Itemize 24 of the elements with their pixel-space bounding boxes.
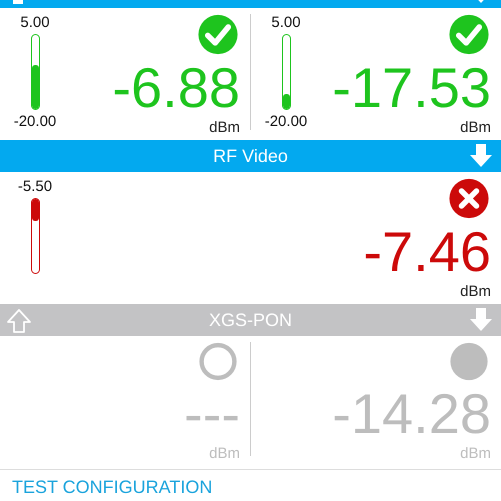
up-arrow-icon[interactable] bbox=[6, 308, 32, 334]
power-reading: -17.53 bbox=[332, 57, 491, 119]
check-icon bbox=[447, 14, 491, 55]
cross-icon bbox=[447, 178, 491, 219]
check-icon bbox=[196, 14, 240, 55]
power-reading: --- bbox=[184, 383, 240, 445]
unit-label: dBm bbox=[460, 119, 491, 136]
unit-label: dBm bbox=[460, 283, 491, 300]
power-reading: -6.88 bbox=[112, 57, 240, 119]
section-title: XGS-PON bbox=[208, 310, 292, 330]
down-arrow-icon[interactable] bbox=[469, 308, 493, 332]
scale-max: 5.00 bbox=[20, 14, 50, 31]
scale-min: -20.00 bbox=[14, 113, 56, 130]
scale-max: 5.00 bbox=[271, 14, 301, 31]
section-title: RF Video bbox=[213, 146, 288, 166]
scale-min: -20.00 bbox=[264, 113, 308, 130]
section-title[interactable]: TEST CONFIGURATION bbox=[12, 477, 212, 497]
unit-label: dBm bbox=[209, 119, 240, 136]
unit-label: dBm bbox=[209, 445, 240, 462]
unit-label: dBm bbox=[460, 445, 491, 462]
scale-max: -5.50 bbox=[18, 178, 52, 195]
power-reading: -7.46 bbox=[363, 221, 491, 283]
power-reading: -14.28 bbox=[332, 383, 491, 445]
down-arrow-icon[interactable] bbox=[469, 144, 493, 168]
